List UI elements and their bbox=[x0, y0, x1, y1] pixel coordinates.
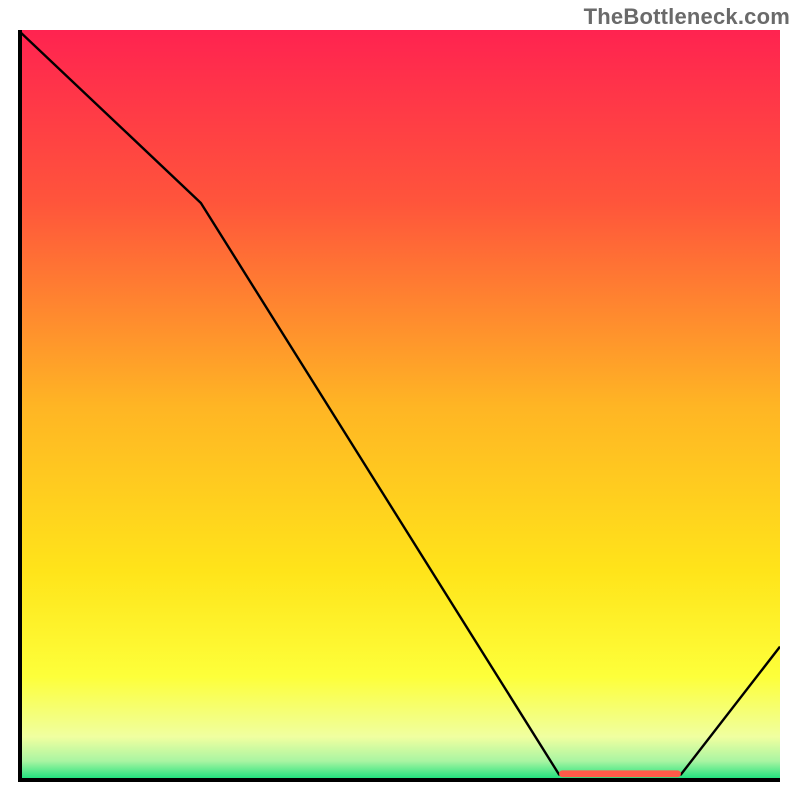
bottleneck-curve-line bbox=[18, 30, 780, 774]
chart-overlay bbox=[18, 30, 780, 782]
plot-area bbox=[18, 30, 780, 782]
x-axis-line bbox=[18, 778, 780, 782]
optimal-range-marker bbox=[559, 770, 681, 777]
watermark-text: TheBottleneck.com bbox=[584, 4, 790, 30]
y-axis-line bbox=[18, 30, 22, 782]
chart-container: TheBottleneck.com bbox=[0, 0, 800, 800]
